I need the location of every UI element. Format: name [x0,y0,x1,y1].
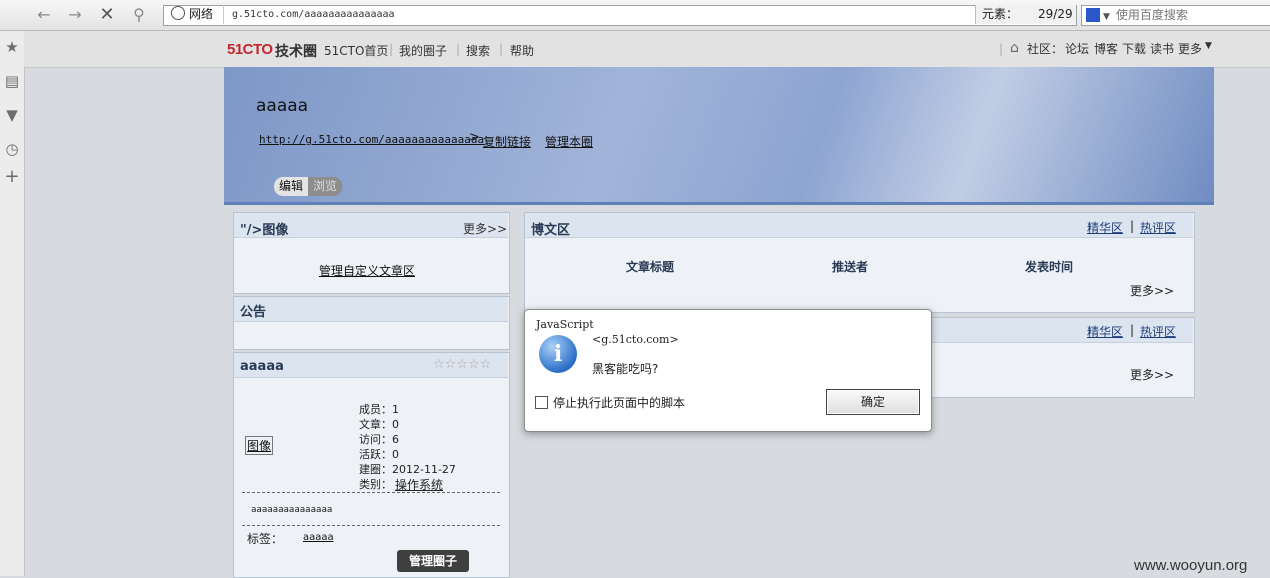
search-dropdown-icon[interactable]: ▼ [1103,12,1110,22]
col-publish-time: 发表时间 [1025,260,1074,274]
star-icon[interactable]: ★ [0,38,24,56]
circle-description: aaaaaaaaaaaaaaa [251,505,333,515]
community-label: 社区： [1027,42,1064,56]
copy-link[interactable]: 复制链接 [483,133,531,150]
stat-created: 建圈：2012-11-27 [359,463,456,476]
dialog-origin: <g.51cto.com> [592,333,679,346]
star-empty-icon: ☆ [433,357,445,372]
history-clock-icon[interactable]: ◷ [0,140,24,158]
elements-counter: 元素： 29/29 [975,5,1076,24]
hot-comments-link[interactable]: 热评区 [1140,323,1176,340]
notice-panel-header [234,297,508,322]
forward-arrow-icon[interactable]: → [64,4,86,26]
avatar-panel-title: "/>图像 [240,223,289,238]
link-divider: | [1130,323,1135,337]
key-icon[interactable]: ⚲ [128,4,150,26]
notice-panel-title: 公告 [240,305,267,320]
avatar-more-link[interactable]: 更多>> [463,220,507,237]
circle-info-title: aaaaa [240,359,284,374]
featured-link[interactable]: 精华区 [1087,219,1123,236]
avatar-image-link[interactable]: 图像 [245,436,274,455]
search-placeholder: 使用百度搜索 [1115,8,1188,22]
community-books[interactable]: 读书 [1150,40,1174,57]
second-more-link[interactable]: 更多>> [1130,366,1174,383]
divider [242,525,500,526]
nav-separator: | [499,42,504,56]
manage-circle-link[interactable]: 管理本圈 [545,133,593,150]
info-icon: i [539,335,577,373]
stop-loading-icon[interactable]: ✕ [96,4,118,26]
search-box[interactable]: ▼ 使用百度搜索 [1081,5,1270,26]
dialog-title: JavaScript [536,318,594,331]
ok-button[interactable]: 确定 [826,389,920,415]
nav-separator: | [389,42,394,56]
chevron-down-icon[interactable]: ▼ [1205,41,1212,51]
link-divider: | [1130,219,1135,233]
mode-tabs: 编辑 浏览 [274,177,342,196]
dialog-message: 黑客能吃吗? [592,362,659,376]
tab-edit[interactable]: 编辑 [274,177,308,196]
baidu-paw-icon [1086,8,1100,22]
site-logo-text[interactable]: 技术圈 [275,41,317,61]
community-download[interactable]: 下载 [1122,40,1146,57]
stat-articles: 文章：0 [359,418,399,431]
rating-stars: ☆☆☆☆☆ [433,357,491,372]
add-plus-icon[interactable]: + [0,166,24,187]
community-more[interactable]: 更多 [1178,40,1202,57]
col-article-title: 文章标题 [626,260,675,274]
stat-members: 成员：1 [359,403,399,416]
nav-home[interactable]: 51CTO首页 [324,42,388,59]
stop-scripts-checkbox[interactable] [535,396,548,409]
url-text[interactable]: g.51cto.com/aaaaaaaaaaaaaaa [232,5,395,24]
notes-icon[interactable]: ▤ [0,72,24,90]
nav-separator: | [999,42,1004,56]
hot-comments-link[interactable]: 热评区 [1140,219,1176,236]
featured-link[interactable]: 精华区 [1087,323,1123,340]
back-arrow-icon[interactable]: ← [33,4,55,26]
community-blog[interactable]: 博客 [1094,40,1118,57]
blog-panel-title: 博文区 [531,223,571,238]
blog-more-link[interactable]: 更多>> [1130,282,1174,299]
stop-scripts-label[interactable]: 停止执行此页面中的脚本 [553,394,685,411]
manage-custom-articles-link[interactable]: 管理自定义文章区 [319,262,415,279]
tab-browse[interactable]: 浏览 [308,177,342,196]
globe-icon [171,6,185,20]
star-empty-icon: ☆ [467,357,480,372]
nav-my-circles[interactable]: 我的圈子 [399,42,447,59]
zone-label: 网络 [189,7,214,21]
nav-separator: | [456,42,461,56]
stat-category-label: 类别： [359,478,392,491]
home-icon: ⌂ [1010,40,1019,56]
col-pusher: 推送者 [832,260,869,274]
star-empty-icon: ☆ [479,357,492,372]
manage-circle-button[interactable]: 管理圈子 [397,550,469,572]
stat-visits: 访问：6 [359,433,399,446]
circle-url-link[interactable]: http://g.51cto.com/aaaaaaaaaaaaaaa [259,133,484,146]
tag-link[interactable]: aaaaa [303,532,334,543]
tags-label: 标签： [247,532,284,546]
category-link[interactable]: 操作系统 [395,476,443,493]
star-empty-icon: ☆ [456,357,468,372]
watermark: www.wooyun.org [1134,557,1248,574]
elements-count: 29/29 [1038,7,1073,21]
divider [242,492,500,493]
nav-search[interactable]: 搜索 [466,42,490,59]
community-forum[interactable]: 论坛 [1065,40,1089,57]
arrow-right-icon: > [469,130,480,145]
elements-label: 元素： [982,7,1019,21]
site-logo[interactable]: 51CTO [227,41,273,58]
star-empty-icon: ☆ [444,357,457,372]
download-icon[interactable]: ▼ [0,106,24,124]
nav-help[interactable]: 帮助 [510,42,534,59]
security-zone[interactable]: 网络 [165,5,224,24]
circle-name: aaaaa [256,96,309,116]
stat-active: 活跃：0 [359,448,399,461]
